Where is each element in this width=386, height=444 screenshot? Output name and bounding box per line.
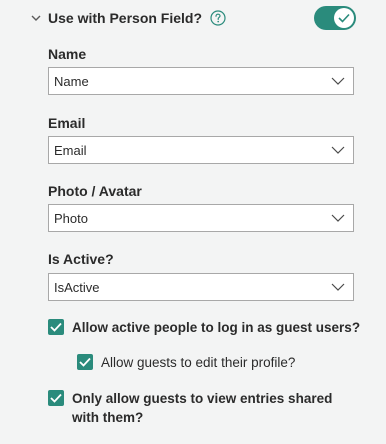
email-field-label: Email [48,115,86,131]
name-select[interactable]: Name [48,67,354,95]
use-with-person-field-toggle[interactable] [314,6,356,30]
chevron-down-icon [331,77,345,85]
name-field-label: Name [48,46,87,62]
checkmark-icon [50,322,62,332]
chevron-down-icon [331,283,345,291]
chevron-down-icon [331,214,345,222]
name-select-value: Name [54,73,89,89]
is-active-select-value: IsActive [54,279,100,295]
photo-avatar-select-value: Photo [54,210,88,226]
allow-edit-profile-checkbox[interactable] [77,354,93,370]
person-field-settings-panel: Use with Person Field? Name Name Email E… [0,0,386,444]
allow-guest-login-option[interactable]: Allow active people to log in as guest u… [48,318,368,337]
is-active-select[interactable]: IsActive [48,273,354,301]
person-field-section-header[interactable]: Use with Person Field? [30,6,356,30]
checkmark-icon [50,393,62,403]
toggle-knob [334,8,354,28]
is-active-field-label: Is Active? [48,251,114,267]
shared-entries-only-checkbox[interactable] [48,390,64,406]
allow-edit-profile-option[interactable]: Allow guests to edit their profile? [77,353,367,372]
photo-avatar-select[interactable]: Photo [48,204,354,232]
photo-avatar-field-label: Photo / Avatar [48,183,142,199]
chevron-down-icon [331,146,345,154]
email-select[interactable]: Email [48,136,354,164]
section-title: Use with Person Field? [48,10,203,26]
allow-edit-profile-label: Allow guests to edit their profile? [101,355,296,370]
checkmark-icon [79,357,91,367]
allow-guest-login-checkbox[interactable] [48,319,64,335]
chevron-down-icon[interactable] [30,12,42,24]
shared-entries-only-label: Only allow guests to view entries shared… [72,391,333,425]
question-circle-icon[interactable] [210,10,226,26]
allow-guest-login-label: Allow active people to log in as guest u… [72,320,361,335]
email-select-value: Email [54,142,87,158]
shared-entries-only-option[interactable]: Only allow guests to view entries shared… [48,389,348,427]
